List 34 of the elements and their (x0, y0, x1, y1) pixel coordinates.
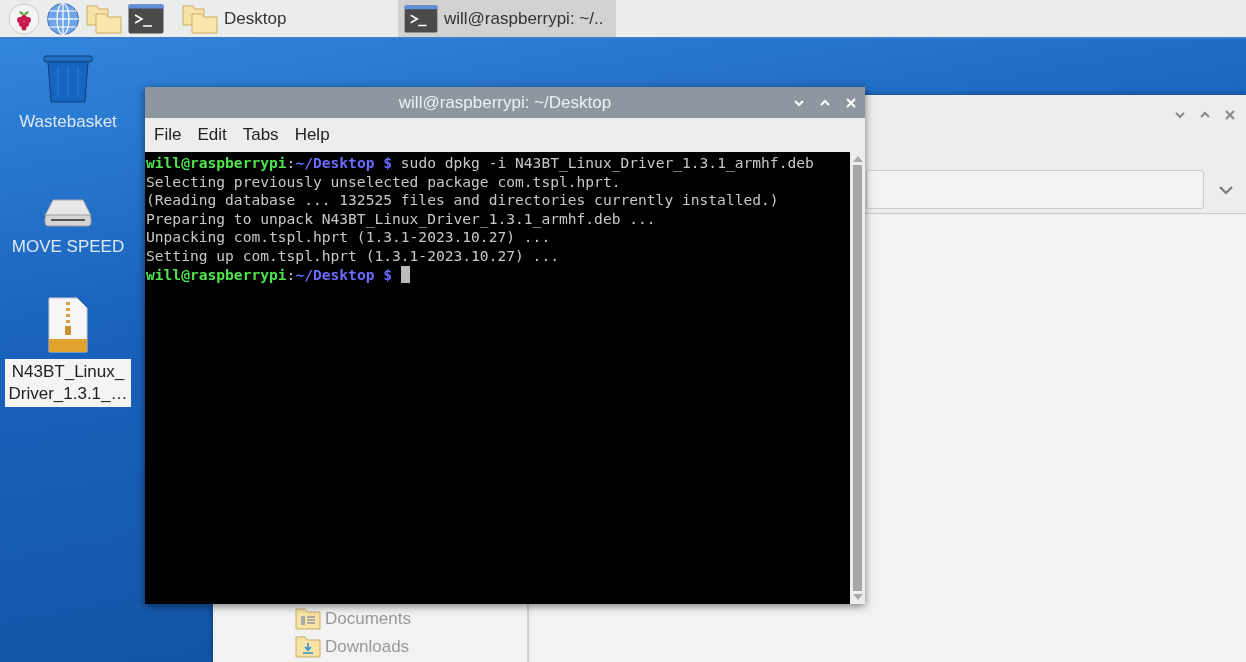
terminal-line: Unpacking com.tspl.hprt (1.3.1-2023.10.27) ... (146, 228, 552, 247)
scrollbar[interactable] (850, 152, 865, 604)
terminal-line: (Reading database ... 132525 files and directories currently installed.) (146, 191, 780, 210)
path-field[interactable] (866, 170, 1204, 209)
terminal-icon (404, 4, 438, 33)
terminal-line: will@raspberrypi:~/Desktop $ (146, 265, 850, 285)
raspberry-menu-icon[interactable] (8, 1, 40, 36)
terminal-line: Selecting previously unselected package com.tspl.hprt. (146, 172, 622, 192)
trash-icon[interactable] (43, 55, 93, 103)
desktop-icon-label[interactable]: MOVE SPEED (8, 234, 128, 260)
desktop-icon-label[interactable]: Wastebasket (16, 109, 120, 135)
terminal-line: Preparing to unpack N43BT_Linux_Driver_1.3.1_armhf.deb ... (146, 209, 657, 229)
download-folder-icon (295, 636, 321, 658)
globe-icon[interactable] (46, 1, 80, 36)
close-icon[interactable] (1224, 109, 1236, 121)
menu-item[interactable]: Help (294, 125, 330, 145)
menu-item[interactable]: File (154, 125, 182, 145)
terminal-line: will@raspberrypi:~/Desktop $ sudo dpkg -i N43BT_Linux_Driver_1.3.1_armhf.deb (146, 154, 815, 173)
taskbar-task[interactable]: will@raspberrypi: ~/.. (398, 0, 616, 37)
archive-file-icon[interactable] (48, 297, 88, 353)
scroll-down-icon[interactable] (852, 594, 863, 601)
desktop-icon-label[interactable]: N43BT_Linux_ Driver_1.3.1_… (5, 359, 131, 407)
minimize-icon[interactable] (1174, 109, 1186, 121)
menu-item[interactable]: Tabs (242, 125, 279, 145)
taskbar-task[interactable]: Desktop (176, 0, 386, 37)
documents-folder-icon (295, 608, 321, 630)
menu-item[interactable]: Edit (197, 125, 227, 145)
scroll-up-icon[interactable] (852, 155, 863, 162)
terminal-line: Setting up com.tspl.hprt (1.3.1-2023.10.27) ... (146, 246, 560, 266)
minimize-icon[interactable] (793, 97, 805, 109)
drive-icon[interactable] (43, 198, 93, 228)
folder-icon (182, 3, 218, 34)
caret-icon[interactable] (1218, 183, 1234, 196)
window-title: will@raspberrypi: ~/Desktop (398, 92, 612, 113)
